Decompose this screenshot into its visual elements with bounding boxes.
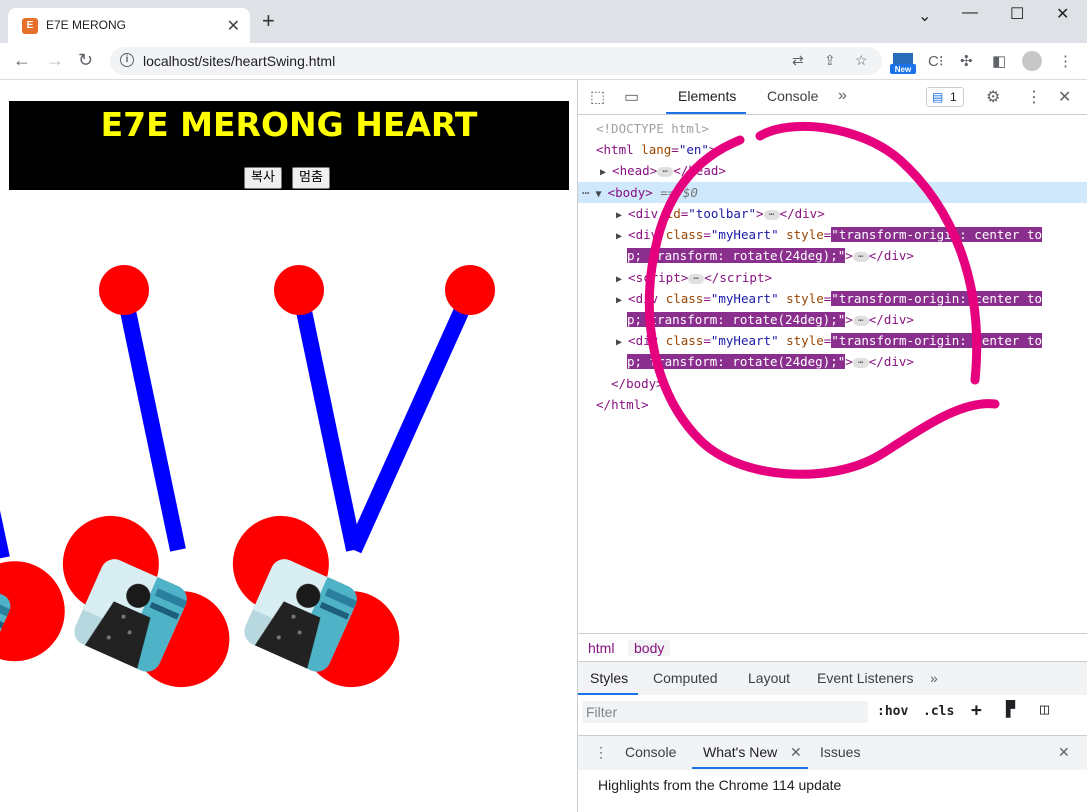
heart-scene xyxy=(0,265,495,688)
drawer-tab-console[interactable]: Console xyxy=(625,744,676,760)
dom-head[interactable]: ▶ <head> ⋯ </head> xyxy=(600,160,726,181)
paint-brush-icon[interactable]: ▛ xyxy=(1006,700,1015,718)
dom-div-myheart-1[interactable]: ▶ <div class="myHeart" style="transform-… xyxy=(616,224,1043,245)
window-close-icon[interactable]: ✕ xyxy=(1056,4,1069,24)
close-drawer-icon[interactable]: ✕ xyxy=(1058,744,1070,761)
dom-body-open[interactable]: ⋯ ▼ <body> == $0 xyxy=(582,182,698,203)
kebab-menu-icon[interactable]: ⋮ xyxy=(1026,87,1042,107)
whats-new-panel: Highlights from the Chrome 114 update xyxy=(578,770,1087,812)
breadcrumb: html body xyxy=(578,633,1087,662)
dom-html-open[interactable]: <html lang="en"> xyxy=(596,139,716,160)
dom-script[interactable]: ▶ <script> ⋯ </script> xyxy=(616,267,772,288)
bookmark-star-icon[interactable]: ☆ xyxy=(855,52,868,69)
pivot-ball xyxy=(99,265,149,315)
new-badge-text: New xyxy=(895,65,912,74)
address-bar[interactable]: i localhost/sites/heartSwing.html ⇄ ⇪ ☆ xyxy=(110,47,882,75)
close-whats-new-icon[interactable]: ✕ xyxy=(790,744,802,761)
dom-div-myheart-3[interactable]: ▶ <div class="myHeart" style="transform-… xyxy=(616,330,1043,351)
favicon-icon: E xyxy=(22,18,38,34)
pivot-ball xyxy=(445,265,495,315)
pivot-ball xyxy=(274,265,324,315)
dom-div-myheart-1-cont: p; transform: rotate(24deg);"> ⋯ </div> xyxy=(627,248,914,263)
info-icon[interactable]: i xyxy=(120,53,134,67)
dom-tree: <!DOCTYPE html> <html lang="en"> ▶ <head… xyxy=(578,114,1087,634)
tab-layout[interactable]: Layout xyxy=(748,670,790,686)
dom-html-close[interactable]: </html> xyxy=(596,394,649,415)
back-icon[interactable]: ← xyxy=(13,51,31,69)
translate-icon[interactable]: ⇄ xyxy=(792,52,804,69)
styles-tab-bar: Styles Computed Layout Event Listeners » xyxy=(578,661,1087,697)
devtools-panel: ⬚ ▭ Elements Console » ▤ 1 ⚙ ⋮ ✕ <!DOCTY… xyxy=(577,80,1087,812)
drawer-tab-bar: ⋮ Console What's New ✕ Issues ✕ xyxy=(578,735,1087,771)
dom-div-myheart-2[interactable]: ▶ <div class="myHeart" style="transform-… xyxy=(616,288,1043,309)
tab-title: E7E MERONG xyxy=(46,18,127,32)
drawer-tab-whats-new[interactable]: What's New xyxy=(703,744,777,760)
browser-tab[interactable]: E E7E MERONG ✕ xyxy=(8,8,250,43)
toggle-sidebar-icon[interactable]: ◫ xyxy=(1040,700,1049,718)
drawer-tab-issues[interactable]: Issues xyxy=(820,744,860,760)
stick xyxy=(346,288,478,554)
breadcrumb-html[interactable]: html xyxy=(588,640,614,656)
hov-toggle[interactable]: :hov xyxy=(877,704,908,719)
forward-icon[interactable]: → xyxy=(46,51,64,69)
page-viewport: E7E MERONG HEART 복사 멈춤 xyxy=(0,80,577,812)
maximize-icon[interactable]: ☐ xyxy=(1010,4,1024,24)
dom-div-myheart-2-cont: p; transform: rotate(24deg);"> ⋯ </div> xyxy=(627,312,914,327)
profile-avatar[interactable] xyxy=(1022,51,1042,71)
minimize-icon[interactable]: — xyxy=(962,4,978,22)
stick xyxy=(292,290,362,552)
nav-bar: ← → ↻ i localhost/sites/heartSwing.html … xyxy=(0,43,1087,80)
tab-event-listeners[interactable]: Event Listeners xyxy=(817,670,914,686)
heart-pendulum-3 xyxy=(232,265,400,688)
drawer-menu-icon[interactable]: ⋮ xyxy=(594,744,608,761)
tab-close-icon[interactable]: ✕ xyxy=(227,16,240,36)
stick xyxy=(0,510,10,559)
dom-div-myheart-3-cont: p; transform: rotate(24deg);"> ⋯ </div> xyxy=(627,354,914,369)
stick xyxy=(116,290,186,552)
styles-filter-bar: Filter :hov .cls + ▛ ◫ xyxy=(578,695,1087,729)
title-bar: E E7E MERONG ✕ + ⌄ — ☐ ✕ xyxy=(0,0,1087,43)
settings-gear-icon[interactable]: ⚙ xyxy=(986,87,1000,107)
close-devtools-icon[interactable]: ✕ xyxy=(1058,87,1071,107)
cls-toggle[interactable]: .cls xyxy=(923,704,954,719)
extension-c-icon[interactable]: C⁝ xyxy=(928,52,944,70)
side-panel-icon[interactable]: ◧ xyxy=(992,52,1006,70)
devtools-tab-bar: ⬚ ▭ Elements Console » ▤ 1 ⚙ ⋮ ✕ xyxy=(578,80,1087,115)
tab-elements[interactable]: Elements xyxy=(678,88,736,104)
more-tabs-icon[interactable]: » xyxy=(930,670,938,686)
dom-div-toolbar[interactable]: ▶ <div id="toolbar"> ⋯ </div> xyxy=(616,203,825,224)
new-tab-icon[interactable]: + xyxy=(262,10,275,32)
dom-doctype[interactable]: <!DOCTYPE html> xyxy=(596,118,709,139)
issue-count: 1 xyxy=(950,90,957,104)
heart-pendulum-4 xyxy=(346,265,495,554)
tab-styles[interactable]: Styles xyxy=(590,670,628,686)
reload-icon[interactable]: ↻ xyxy=(78,51,93,69)
tab-console[interactable]: Console xyxy=(767,88,818,104)
new-style-rule-icon[interactable]: + xyxy=(971,700,982,721)
extension-new-icon[interactable]: New xyxy=(890,53,916,75)
chevron-down-icon[interactable]: ⌄ xyxy=(918,6,931,26)
menu-kebab-icon[interactable]: ⋮ xyxy=(1058,52,1073,70)
whats-new-headline: Highlights from the Chrome 114 update xyxy=(598,777,842,793)
more-tabs-icon[interactable]: » xyxy=(838,87,847,105)
message-icon: ▤ xyxy=(932,90,944,104)
url-text: localhost/sites/heartSwing.html xyxy=(143,53,336,69)
issues-badge[interactable]: ▤ 1 xyxy=(926,87,964,107)
extensions-puzzle-icon[interactable]: ✣ xyxy=(960,52,973,70)
inspect-element-icon[interactable]: ⬚ xyxy=(590,87,605,107)
share-icon[interactable]: ⇪ xyxy=(824,52,836,69)
breadcrumb-body[interactable]: body xyxy=(628,640,671,656)
heart-pendulum-1 xyxy=(0,510,65,683)
tab-computed[interactable]: Computed xyxy=(653,670,718,686)
dom-body-close[interactable]: </body> xyxy=(611,373,664,394)
device-toolbar-icon[interactable]: ▭ xyxy=(624,87,639,107)
active-tab-indicator xyxy=(692,767,808,769)
filter-input[interactable]: Filter xyxy=(582,701,868,723)
heart-pendulum-2 xyxy=(62,265,230,688)
